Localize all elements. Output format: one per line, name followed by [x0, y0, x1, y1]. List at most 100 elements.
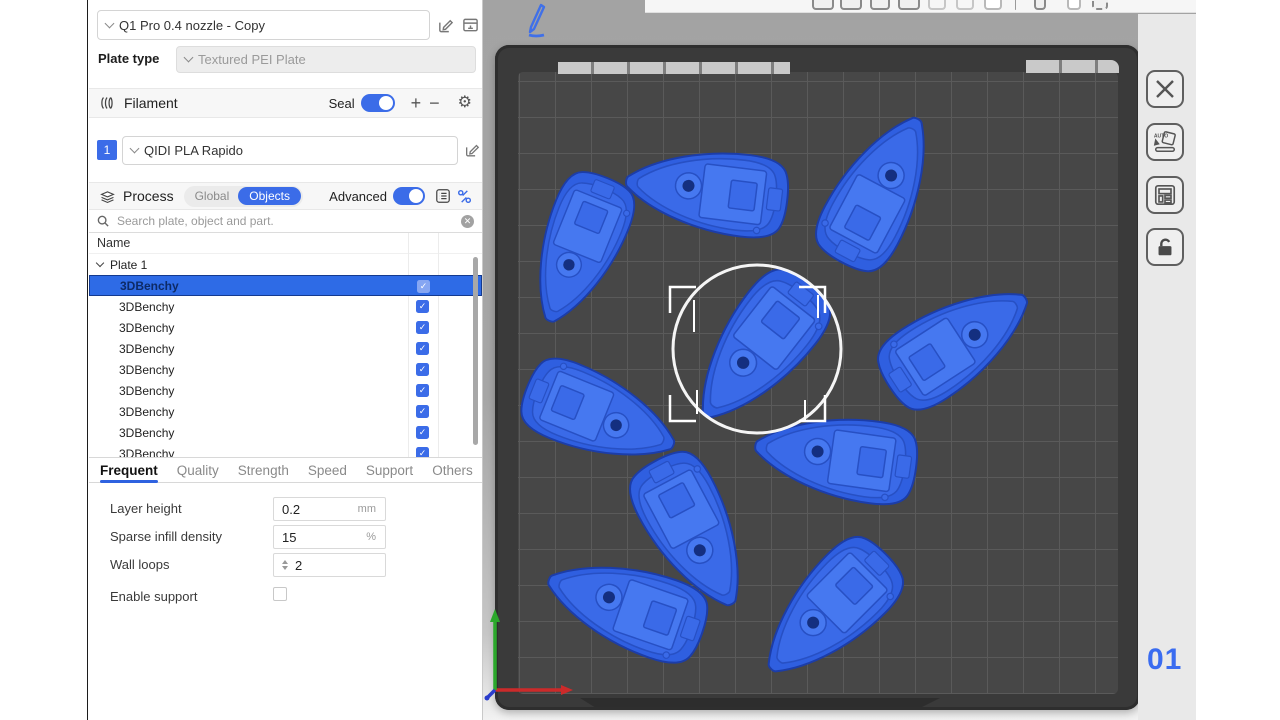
- process-bar: Process Global Objects Advanced: [89, 182, 482, 210]
- printer-monitor-icon[interactable]: [462, 17, 479, 34]
- tree-scrollbar[interactable]: [473, 257, 478, 445]
- plate-number: 01: [1147, 643, 1182, 677]
- sparse-infill-density-row: Sparse infill density 15%: [89, 525, 482, 549]
- object-checkbox[interactable]: [416, 426, 429, 439]
- filament-coil-icon: [99, 94, 117, 112]
- viewport-3d[interactable]: AUTO 01: [483, 0, 1196, 720]
- setting-label: Sparse infill density: [110, 529, 222, 544]
- toolbar-fragment-icon[interactable]: [1015, 0, 1016, 10]
- object-checkbox[interactable]: [416, 384, 429, 397]
- toolbar-fragment-icon[interactable]: [898, 0, 920, 10]
- toolbar-fragment-icon[interactable]: [1092, 0, 1108, 10]
- object-row[interactable]: 3DBenchy: [89, 359, 482, 380]
- tree-header: Name: [89, 233, 482, 254]
- toolbar-fragment-icon[interactable]: [870, 0, 890, 10]
- chevron-down-icon: [130, 144, 140, 154]
- filament-select[interactable]: QIDI PLA Rapido: [122, 136, 458, 165]
- search-input[interactable]: [115, 213, 455, 229]
- plate-type-select[interactable]: Textured PEI Plate: [176, 46, 476, 73]
- object-checkbox[interactable]: [416, 342, 429, 355]
- edit-tool-pencil-icon[interactable]: [523, 2, 549, 43]
- parameter-list-icon[interactable]: [435, 188, 451, 204]
- auto-orient-button[interactable]: AUTO: [1146, 123, 1184, 161]
- setting-value: 15: [282, 530, 296, 545]
- object-row[interactable]: 3DBenchy: [89, 275, 482, 296]
- plate-side-toolbar: AUTO: [1138, 14, 1196, 720]
- object-row[interactable]: 3DBenchy: [89, 296, 482, 317]
- seal-toggle[interactable]: [361, 94, 395, 112]
- object-checkbox[interactable]: [416, 300, 429, 313]
- tab-frequent[interactable]: Frequent: [100, 458, 158, 482]
- left-gutter: [0, 0, 88, 720]
- process-layers-icon: [99, 188, 116, 205]
- object-name: 3DBenchy: [89, 363, 174, 377]
- object-checkbox[interactable]: [416, 405, 429, 418]
- tab-strength[interactable]: Strength: [238, 458, 289, 482]
- object-name: 3DBenchy: [89, 321, 174, 335]
- object-row[interactable]: 3DBenchy: [89, 422, 482, 443]
- object-checkbox[interactable]: [416, 321, 429, 334]
- filament-slot-number[interactable]: 1: [97, 140, 117, 160]
- chevron-down-icon: [105, 18, 115, 28]
- build-plate[interactable]: [495, 45, 1140, 710]
- edit-filament-icon[interactable]: [464, 142, 480, 158]
- tab-support[interactable]: Support: [366, 458, 413, 482]
- object-checkbox[interactable]: [416, 447, 429, 457]
- compare-parameters-icon[interactable]: [457, 189, 472, 204]
- setting-input[interactable]: 2: [273, 553, 386, 577]
- printer-name: Q1 Pro 0.4 nozzle - Copy: [119, 18, 265, 33]
- toolbar-fragment-icon[interactable]: [984, 0, 1002, 10]
- settings-panel: Q1 Pro 0.4 nozzle - Copy Plate type Text…: [89, 0, 483, 720]
- object-name: 3DBenchy: [89, 405, 174, 419]
- seal-label: Seal: [329, 96, 355, 111]
- arrange-plate-button[interactable]: [1146, 176, 1184, 214]
- tab-quality[interactable]: Quality: [177, 458, 219, 482]
- close-plate-button[interactable]: [1146, 70, 1184, 108]
- clear-search-icon[interactable]: ✕: [461, 215, 474, 228]
- advanced-toggle[interactable]: [393, 187, 425, 205]
- toolbar-fragment-icon[interactable]: [956, 0, 974, 10]
- filament-settings-gear-icon[interactable]: ⚙: [458, 95, 472, 111]
- plate-front-notch: [580, 698, 940, 707]
- plate-edge-marking: [1026, 60, 1119, 73]
- object-row[interactable]: 3DBenchy: [89, 338, 482, 359]
- tab-speed[interactable]: Speed: [308, 458, 347, 482]
- tab-others[interactable]: Others: [432, 458, 473, 482]
- lock-plate-button[interactable]: [1146, 228, 1184, 266]
- object-name: 3DBenchy: [89, 300, 174, 314]
- enable-support-row: Enable support: [89, 585, 482, 609]
- printer-select[interactable]: Q1 Pro 0.4 nozzle - Copy: [97, 10, 430, 40]
- object-row[interactable]: 3DBenchy: [89, 401, 482, 422]
- object-row[interactable]: 3DBenchy: [89, 380, 482, 401]
- enable-support-checkbox[interactable]: [273, 587, 287, 601]
- setting-input[interactable]: 0.2mm: [273, 497, 386, 521]
- remove-filament-button[interactable]: −: [425, 94, 444, 112]
- scope-global-button[interactable]: Global: [186, 187, 239, 205]
- plate-row-label: Plate 1: [110, 258, 147, 272]
- search-bar: ✕: [89, 210, 482, 233]
- stepper-arrows-icon[interactable]: [282, 560, 288, 570]
- expand-chevron-icon[interactable]: [96, 259, 104, 267]
- filament-name: QIDI PLA Rapido: [144, 143, 243, 158]
- plate-row[interactable]: Plate 1: [89, 254, 482, 275]
- scope-objects-button[interactable]: Objects: [238, 187, 301, 205]
- edit-printer-icon[interactable]: [437, 17, 454, 34]
- add-filament-button[interactable]: +: [407, 94, 426, 112]
- toolbar-fragment-icon[interactable]: [812, 0, 834, 10]
- object-checkbox[interactable]: [417, 280, 430, 293]
- toolbar-fragment-icon[interactable]: [1034, 0, 1046, 10]
- object-row[interactable]: 3DBenchy: [89, 317, 482, 338]
- toolbar-fragment-icon[interactable]: [928, 0, 946, 10]
- plate-type-label: Plate type: [98, 51, 159, 66]
- setting-input[interactable]: 15%: [273, 525, 386, 549]
- object-name: 3DBenchy: [89, 447, 174, 458]
- setting-unit: mm: [358, 503, 376, 515]
- object-row[interactable]: 3DBenchy: [89, 443, 482, 457]
- build-plate-grid: [518, 72, 1118, 694]
- object-name: 3DBenchy: [89, 342, 174, 356]
- setting-value: 2: [295, 558, 302, 573]
- toolbar-fragment-icon[interactable]: [840, 0, 862, 10]
- object-checkbox[interactable]: [416, 363, 429, 376]
- toolbar-fragment-icon[interactable]: [1067, 0, 1081, 10]
- advanced-label: Advanced: [329, 189, 387, 204]
